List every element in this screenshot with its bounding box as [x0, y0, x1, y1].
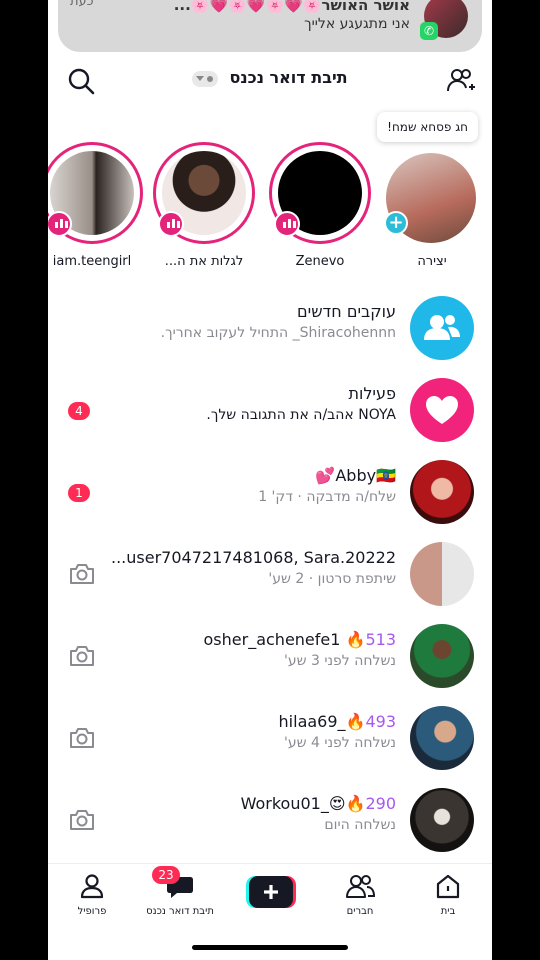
row-title: עוקבים חדשים [297, 302, 396, 321]
story-item[interactable]: Zenevo [268, 142, 372, 269]
chat-name: 😍_Workou01 [240, 794, 346, 813]
row-title: 513🔥 osher_achenefe1 [204, 630, 396, 649]
row-title: 290🔥😍_Workou01 [241, 794, 396, 813]
create-button[interactable] [246, 876, 296, 908]
nav-label: בית [440, 906, 456, 917]
list-item-chat[interactable]: 513🔥 osher_achenefe1 נשלחה לפני 3 שע' [48, 620, 492, 692]
notification-title: אושר האושר🌸💗🌸💗🌸💗🌸... [173, 0, 410, 14]
list-item-group-chat[interactable]: user7047217481068, Sara.20222... שיתפת ס… [48, 538, 492, 610]
live-icon [158, 211, 184, 237]
story-name: לגלות את ה... [164, 254, 244, 269]
row-subtitle: נשלחה לפני 4 שע' [283, 735, 396, 751]
row-title: Abby🇪🇹💕 [315, 466, 396, 485]
streak-count: 513 [365, 630, 396, 649]
chat-name: osher_achenefe1 [203, 630, 341, 649]
row-subtitle: נשלחה היום [324, 817, 396, 833]
streak-count: 493 [365, 712, 396, 731]
live-icon [274, 211, 300, 237]
profile-icon [80, 874, 104, 899]
notification-body: אני מתגעגע אלייך [304, 16, 410, 32]
row-title: user7047217481068, Sara.20222... [111, 548, 396, 567]
avatar [410, 788, 474, 852]
avatar [410, 460, 474, 524]
friends-icon [346, 875, 376, 898]
fire-icon: 🔥 [345, 794, 366, 813]
camera-icon[interactable] [68, 560, 96, 588]
camera-icon[interactable] [68, 642, 96, 670]
story-name: יצירה [417, 254, 447, 269]
inbox-header: תיבת דואר נכנס [48, 60, 492, 100]
notification-time: כעת [70, 0, 94, 9]
page-title[interactable]: תיבת דואר נכנס [230, 68, 348, 87]
nav-label: תיבת דואר נכנס [146, 906, 214, 917]
story-note-bubble[interactable]: חג פסחא שמח! [377, 112, 478, 142]
live-icon [48, 211, 72, 237]
story-name: iam.teengirl [52, 254, 132, 269]
status-toggle[interactable] [192, 70, 219, 87]
fire-icon: 🔥 [345, 630, 366, 649]
inbox-screen: ✆ אושר האושר🌸💗🌸💗🌸💗🌸... אני מתגעגע אלייך … [48, 0, 492, 960]
row-subtitle: שלח/ה מדבקה · דק' 1 [258, 489, 396, 505]
followers-icon [410, 296, 474, 360]
row-subtitle: שיתפת סרטון · 2 שע' [268, 571, 396, 587]
story-create[interactable]: + יצירה [380, 142, 484, 269]
avatar [410, 542, 474, 606]
avatar [410, 706, 474, 770]
inbox-badge: 23 [152, 866, 180, 884]
row-subtitle: Shiracohennn_ התחיל לעקוב אחריך. [160, 325, 396, 341]
avatar [410, 624, 474, 688]
list-item-new-followers[interactable]: עוקבים חדשים Shiracohennn_ התחיל לעקוב א… [48, 292, 492, 364]
list-item-chat[interactable]: 290🔥😍_Workou01 נשלחה היום [48, 784, 492, 856]
row-title: 493🔥_hilaa69 [279, 712, 396, 731]
list-item-activity[interactable]: פעילות NOYA אהב/ה את התגובה שלך. 4 [48, 374, 492, 446]
fire-icon: 🔥 [345, 712, 366, 731]
add-friends-icon[interactable] [446, 66, 476, 96]
camera-icon[interactable] [68, 806, 96, 834]
list-item-chat[interactable]: 493🔥_hilaa69 נשלחה לפני 4 שע' [48, 702, 492, 774]
streak-count: 290 [365, 794, 396, 813]
nav-friends[interactable]: חברים [320, 872, 400, 917]
nav-label: פרופיל [77, 906, 107, 917]
unread-badge: 4 [68, 402, 90, 420]
camera-icon[interactable] [68, 724, 96, 752]
nav-home[interactable]: בית [408, 872, 488, 917]
row-subtitle: נשלחה לפני 3 שע' [283, 653, 396, 669]
story-item[interactable]: iam.teengirl [48, 142, 144, 269]
whatsapp-notification[interactable]: ✆ אושר האושר🌸💗🌸💗🌸💗🌸... אני מתגעגע אלייך … [58, 0, 482, 52]
bottom-nav: בית חברים תיבת דואר נכנס 23 פרופיל [48, 863, 492, 960]
whatsapp-icon: ✆ [420, 22, 438, 40]
heart-icon [410, 378, 474, 442]
chat-name: _hilaa69 [278, 712, 346, 731]
story-item[interactable]: לגלות את ה... [152, 142, 256, 269]
row-subtitle: NOYA אהב/ה את התגובה שלך. [206, 407, 396, 423]
home-indicator [192, 945, 348, 950]
nav-label: חברים [346, 906, 374, 917]
nav-profile[interactable]: פרופיל [52, 872, 132, 917]
list-item-chat[interactable]: Abby🇪🇹💕 שלח/ה מדבקה · דק' 1 1 [48, 456, 492, 528]
story-name: Zenevo [295, 254, 345, 269]
unread-badge: 1 [68, 484, 90, 502]
row-title: פעילות [348, 384, 396, 403]
add-story-icon[interactable]: + [384, 211, 408, 235]
home-icon [436, 874, 460, 899]
